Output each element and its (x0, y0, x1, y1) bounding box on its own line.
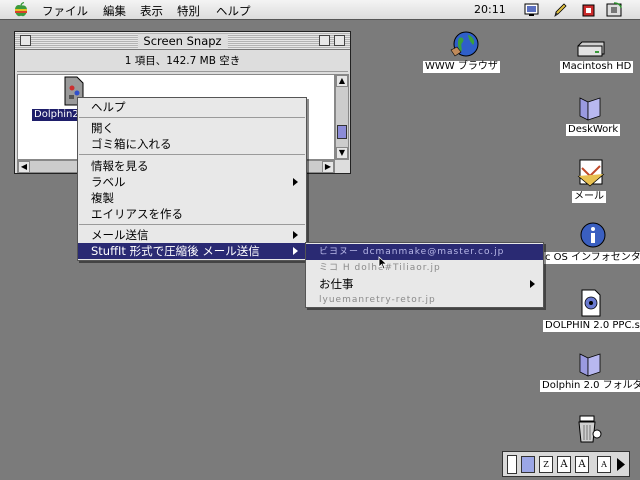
pencil-icon[interactable] (551, 2, 569, 18)
menu-item-label: 複製 (91, 191, 114, 205)
apple-menu-icon[interactable] (12, 1, 30, 19)
context-menu-item-help[interactable]: ヘルプ (78, 99, 306, 115)
menu-edit[interactable]: 編集 (103, 3, 126, 19)
control-strip-button-1[interactable] (521, 456, 535, 473)
stuffit-archive-icon (581, 289, 601, 317)
font-a-label: A (601, 460, 607, 469)
context-menu-item-label[interactable]: ラベル (78, 174, 306, 190)
submenu-item-recipient-2[interactable]: ミコ H dolhe#Tiliaor.jp (306, 260, 543, 276)
submenu-arrow-icon (530, 280, 535, 288)
window-titlebar[interactable]: Screen Snapz (15, 32, 350, 50)
folder-icon (579, 97, 601, 121)
menu-file[interactable]: ファイル (42, 3, 88, 19)
menu-item-label: エイリアスを作る (91, 207, 183, 221)
context-menu: ヘルプ 開く ゴミ箱に入れる 情報を見る ラベル 複製 エイリアスを作る メール… (77, 97, 307, 261)
folder-icon (579, 353, 601, 377)
context-menu-item-open[interactable]: 開く (78, 120, 306, 136)
menu-item-label: StuffIt 形式で圧縮後 メール送信 (91, 244, 260, 258)
menu-separator (79, 154, 305, 155)
vertical-scrollbar[interactable]: ▲ ▼ (335, 74, 349, 160)
control-strip-button-3[interactable]: A (557, 456, 571, 473)
desktop-icon-label: Dolphin 2.0 フォルダ (540, 380, 640, 392)
desktop-icon-label: DeskWork (566, 124, 621, 136)
desktop-icon-label: Macintosh HD (560, 61, 634, 73)
mouse-pointer-icon (378, 256, 388, 270)
menu-item-label: ビヨヌー dcmanmake@master.co.jp (319, 247, 505, 257)
scroll-down-arrow[interactable]: ▼ (336, 147, 348, 159)
application-switcher-icon[interactable] (606, 2, 624, 18)
submenu-arrow-icon (293, 178, 298, 186)
menu-item-label: 情報を見る (91, 159, 149, 173)
mail-recipient-submenu: ビヨヌー dcmanmake@master.co.jp ミコ H dolhe#T… (305, 242, 544, 308)
app-icon[interactable] (580, 2, 598, 18)
hard-drive-icon (577, 41, 605, 57)
control-strip-button-4[interactable]: A (575, 456, 589, 473)
context-menu-item-stuffit-send-mail[interactable]: StuffIt 形式で圧縮後 メール送信 (78, 243, 306, 259)
menu-bar: ファイル 編集 表示 特別 ヘルプ 20:11 (0, 0, 640, 20)
font-a-label: A (560, 459, 568, 470)
desktop-icon-label: c OS インフォセンタ (543, 252, 640, 264)
menu-item-label: ゴミ箱に入れる (91, 137, 172, 151)
submenu-arrow-icon (293, 247, 298, 255)
control-strip-button-2[interactable]: Z (539, 456, 553, 473)
collapse-arrow-icon[interactable] (615, 457, 627, 472)
menu-item-label: 開く (91, 121, 114, 135)
vertical-scroll-thumb[interactable] (337, 125, 347, 139)
submenu-arrow-icon (293, 231, 298, 239)
menu-separator (79, 117, 305, 118)
menu-item-label: お仕事 (319, 277, 354, 291)
context-menu-item-move-to-trash[interactable]: ゴミ箱に入れる (78, 136, 306, 152)
control-strip-tab[interactable] (507, 455, 517, 474)
control-strip: Z A A A (502, 451, 630, 477)
mail-icon (577, 159, 605, 187)
desktop-icon-label: DOLPHIN 2.0 PPC.sit (543, 320, 640, 332)
info-icon (580, 222, 606, 248)
menu-view[interactable]: 表示 (140, 3, 163, 19)
menu-separator (79, 224, 305, 225)
menu-item-label: ラベル (91, 175, 126, 189)
menu-clock[interactable]: 20:11 (474, 3, 506, 16)
context-menu-item-send-mail[interactable]: メール送信 (78, 227, 306, 243)
menu-help[interactable]: ヘルプ (216, 3, 251, 19)
desktop-icon-label: WWW ブラウザ (423, 61, 500, 73)
scroll-up-arrow[interactable]: ▲ (336, 75, 348, 87)
scroll-left-arrow[interactable]: ◀ (18, 161, 30, 173)
desktop-icon-label: メール (572, 191, 606, 203)
menu-special[interactable]: 特別 (177, 3, 200, 19)
menu-item-label: メール送信 (91, 228, 149, 242)
context-menu-item-make-alias[interactable]: エイリアスを作る (78, 206, 306, 222)
scroll-right-arrow[interactable]: ▶ (322, 161, 334, 173)
menu-item-label: ヘルプ (91, 100, 126, 114)
trash-icon (578, 415, 602, 443)
font-a-label: A (578, 459, 586, 470)
submenu-item-recipient-1[interactable]: ビヨヌー dcmanmake@master.co.jp (306, 244, 543, 260)
submenu-item-work[interactable]: お仕事 (306, 276, 543, 292)
zoom-box[interactable] (319, 35, 330, 46)
control-strip-button-5[interactable]: A (597, 456, 611, 473)
context-menu-item-get-info[interactable]: 情報を見る (78, 158, 306, 174)
window-info-bar: 1 項目、142.7 MB 空き (17, 52, 348, 72)
window-title: Screen Snapz (137, 34, 228, 48)
display-icon[interactable] (523, 2, 541, 18)
context-menu-item-duplicate[interactable]: 複製 (78, 190, 306, 206)
close-box[interactable] (20, 35, 31, 46)
globe-icon (450, 31, 479, 57)
collapse-box[interactable] (334, 35, 345, 46)
submenu-item-recipient-3[interactable]: lyuemanretry-retor.jp (306, 292, 543, 308)
menu-item-label: lyuemanretry-retor.jp (319, 295, 436, 305)
